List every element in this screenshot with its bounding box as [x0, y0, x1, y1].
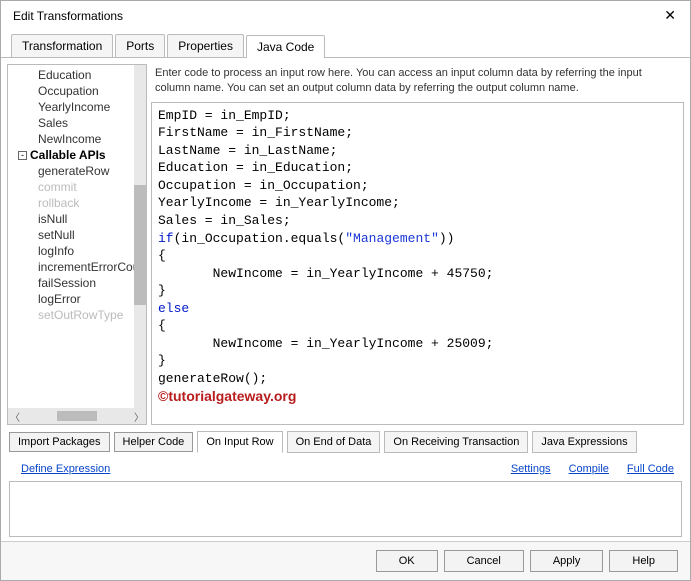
edit-transformations-dialog: Edit Transformations ✕ Transformation Po…	[0, 0, 691, 581]
tree-item[interactable]: generateRow	[8, 163, 146, 179]
tab-ports[interactable]: Ports	[115, 34, 165, 57]
tree-item[interactable]: logError	[8, 291, 146, 307]
code-string: "Management"	[345, 231, 439, 246]
help-button[interactable]: Help	[609, 550, 678, 572]
tree-item: setOutRowType	[8, 307, 146, 323]
code-keyword: if	[158, 231, 174, 246]
tab-on-input-row[interactable]: On Input Row	[197, 431, 282, 453]
collapse-icon[interactable]: -	[18, 151, 27, 160]
tree-item[interactable]: setNull	[8, 227, 146, 243]
scrollbar-horizontal-thumb[interactable]	[57, 411, 97, 421]
tab-on-end-of-data[interactable]: On End of Data	[287, 431, 381, 453]
code-line: Occupation = in_Occupation;	[158, 178, 369, 193]
code-line: NewIncome = in_YearlyIncome + 25009;	[158, 336, 493, 351]
code-line: FirstName = in_FirstName;	[158, 125, 353, 140]
tree-group-callable-apis[interactable]: -Callable APIs	[8, 147, 146, 163]
tab-properties[interactable]: Properties	[167, 34, 244, 57]
code-line: }	[158, 283, 166, 298]
watermark: ©tutorialgateway.org	[158, 388, 296, 404]
settings-link[interactable]: Settings	[511, 463, 551, 475]
tree-item[interactable]: failSession	[8, 275, 146, 291]
import-packages-button[interactable]: Import Packages	[9, 432, 110, 452]
code-section-tabs: Import Packages Helper Code On Input Row…	[1, 425, 690, 459]
define-expression-link[interactable]: Define Expression	[21, 463, 110, 475]
code-line: generateRow();	[158, 371, 267, 386]
tree-item[interactable]: Education	[8, 67, 146, 83]
code-editor[interactable]: EmpID = in_EmpID; FirstName = in_FirstNa…	[151, 102, 684, 425]
titlebar: Edit Transformations ✕	[1, 1, 690, 30]
tree-item: commit	[8, 179, 146, 195]
tab-java-code[interactable]: Java Code	[246, 35, 325, 58]
links-row: Define Expression Settings Compile Full …	[1, 459, 690, 479]
dialog-title: Edit Transformations	[13, 9, 123, 23]
code-keyword: else	[158, 301, 189, 316]
tree-item[interactable]: Occupation	[8, 83, 146, 99]
helper-code-button[interactable]: Helper Code	[114, 432, 194, 452]
scrollbar-horizontal[interactable]: 〈 〉	[8, 408, 146, 424]
tree-item[interactable]: logInfo	[8, 243, 146, 259]
tree-item[interactable]: NewIncome	[8, 131, 146, 147]
main-area: Education Occupation YearlyIncome Sales …	[1, 58, 690, 425]
instruction-text: Enter code to process an input row here.…	[151, 64, 684, 102]
top-tabs: Transformation Ports Properties Java Cod…	[1, 30, 690, 58]
code-line: {	[158, 318, 166, 333]
tree-item[interactable]: incrementErrorCount	[8, 259, 146, 275]
tree-group-label: Callable APIs	[30, 148, 106, 162]
tab-java-expressions[interactable]: Java Expressions	[532, 431, 636, 453]
code-line: Sales = in_Sales;	[158, 213, 291, 228]
code-line: {	[158, 248, 166, 263]
links-right: Settings Compile Full Code	[511, 463, 674, 475]
dialog-footer: OK Cancel Apply Help	[1, 541, 690, 580]
code-line: NewIncome = in_YearlyIncome + 45750;	[158, 266, 493, 281]
tree-body[interactable]: Education Occupation YearlyIncome Sales …	[8, 65, 146, 408]
code-line: EmpID = in_EmpID;	[158, 108, 291, 123]
expression-output[interactable]	[9, 481, 682, 537]
tree-item[interactable]: Sales	[8, 115, 146, 131]
apply-button[interactable]: Apply	[530, 550, 604, 572]
cancel-button[interactable]: Cancel	[444, 550, 524, 572]
scrollbar-vertical-thumb[interactable]	[134, 185, 146, 305]
code-line: (in_Occupation.equals(	[174, 231, 346, 246]
tree-item[interactable]: isNull	[8, 211, 146, 227]
close-icon[interactable]: ✕	[660, 7, 680, 24]
ok-button[interactable]: OK	[376, 550, 438, 572]
scroll-left-icon[interactable]: 〈	[8, 409, 22, 424]
tab-transformation[interactable]: Transformation	[11, 34, 113, 57]
right-pane: Enter code to process an input row here.…	[151, 64, 684, 425]
tree-item: rollback	[8, 195, 146, 211]
scroll-right-icon[interactable]: 〉	[132, 409, 146, 424]
code-line: }	[158, 353, 166, 368]
code-line: LastName = in_LastName;	[158, 143, 337, 158]
code-line: Education = in_Education;	[158, 160, 353, 175]
tree-panel: Education Occupation YearlyIncome Sales …	[7, 64, 147, 425]
tab-on-receiving-transaction[interactable]: On Receiving Transaction	[384, 431, 528, 453]
compile-link[interactable]: Compile	[569, 463, 609, 475]
tree-item[interactable]: YearlyIncome	[8, 99, 146, 115]
code-line: ))	[439, 231, 455, 246]
code-line: YearlyIncome = in_YearlyIncome;	[158, 195, 400, 210]
full-code-link[interactable]: Full Code	[627, 463, 674, 475]
